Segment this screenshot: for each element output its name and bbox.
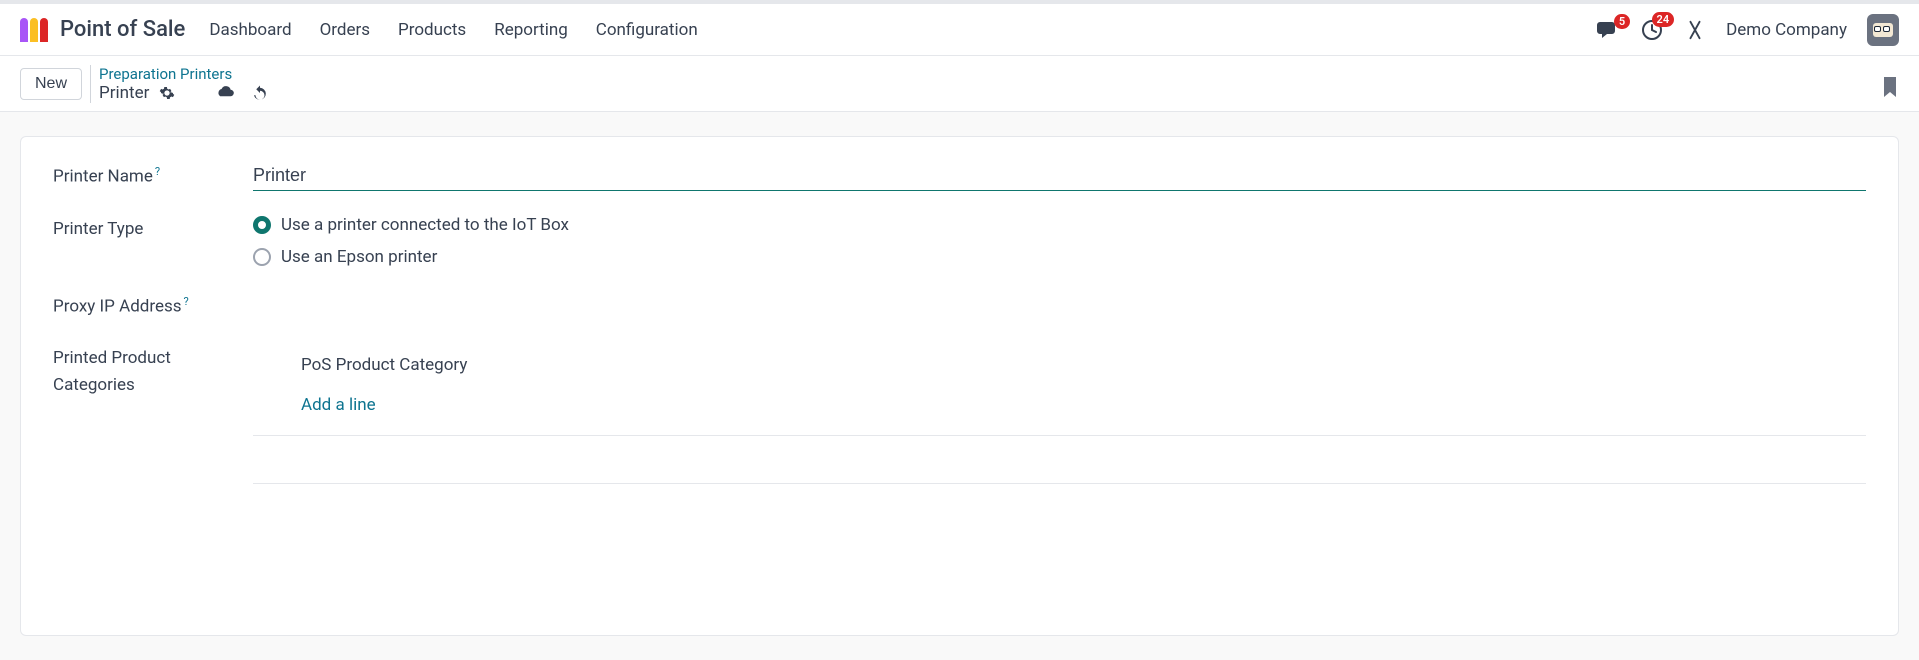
radio-checked-icon [253, 216, 271, 234]
bookmark-icon[interactable] [1881, 76, 1899, 98]
nav-reporting[interactable]: Reporting [494, 20, 568, 40]
radio-epson-label: Use an Epson printer [281, 247, 437, 267]
avatar[interactable] [1867, 14, 1899, 46]
printer-name-input[interactable] [253, 161, 1866, 191]
messages-badge: 5 [1614, 14, 1630, 29]
radio-iot-box[interactable]: Use a printer connected to the IoT Box [253, 215, 1866, 235]
nav-dashboard[interactable]: Dashboard [209, 20, 291, 40]
app-header: Point of Sale Dashboard Orders Products … [0, 4, 1919, 56]
gear-icon[interactable] [159, 85, 175, 101]
messages-icon[interactable]: 5 [1596, 20, 1620, 40]
breadcrumb-current: Printer [99, 83, 149, 103]
label-printer-type: Printer Type [53, 215, 253, 267]
main-nav: Dashboard Orders Products Reporting Conf… [209, 20, 697, 40]
radio-iot-box-label: Use a printer connected to the IoT Box [281, 215, 569, 235]
category-column-header: PoS Product Category [253, 345, 1866, 385]
activities-icon[interactable]: 24 [1640, 18, 1664, 42]
table-empty-row [253, 436, 1866, 484]
control-bar: New Preparation Printers Printer [0, 56, 1919, 112]
nav-orders[interactable]: Orders [320, 20, 370, 40]
company-name[interactable]: Demo Company [1726, 20, 1847, 40]
form-sheet: Printer Name? Printer Type Use a printer… [20, 136, 1899, 636]
app-title: Point of Sale [60, 17, 185, 42]
proxy-ip-field[interactable] [253, 291, 1866, 317]
radio-unchecked-icon [253, 248, 271, 266]
new-button[interactable]: New [20, 68, 82, 100]
nav-products[interactable]: Products [398, 20, 466, 40]
tools-icon[interactable] [1684, 19, 1706, 41]
cloud-unsaved-icon[interactable] [215, 85, 235, 101]
discard-icon[interactable] [251, 84, 269, 102]
label-printer-name: Printer Name? [53, 161, 253, 191]
nav-configuration[interactable]: Configuration [596, 20, 698, 40]
label-proxy-ip: Proxy IP Address? [53, 291, 253, 317]
add-line-button[interactable]: Add a line [253, 385, 1866, 425]
app-logo-icon[interactable] [20, 18, 48, 42]
breadcrumb-parent[interactable]: Preparation Printers [99, 65, 269, 83]
label-printed-categories: Printed Product Categories [53, 341, 253, 484]
activities-badge: 24 [1652, 12, 1675, 27]
help-icon[interactable]: ? [155, 165, 160, 178]
radio-epson[interactable]: Use an Epson printer [253, 247, 1866, 267]
help-icon[interactable]: ? [184, 295, 189, 308]
